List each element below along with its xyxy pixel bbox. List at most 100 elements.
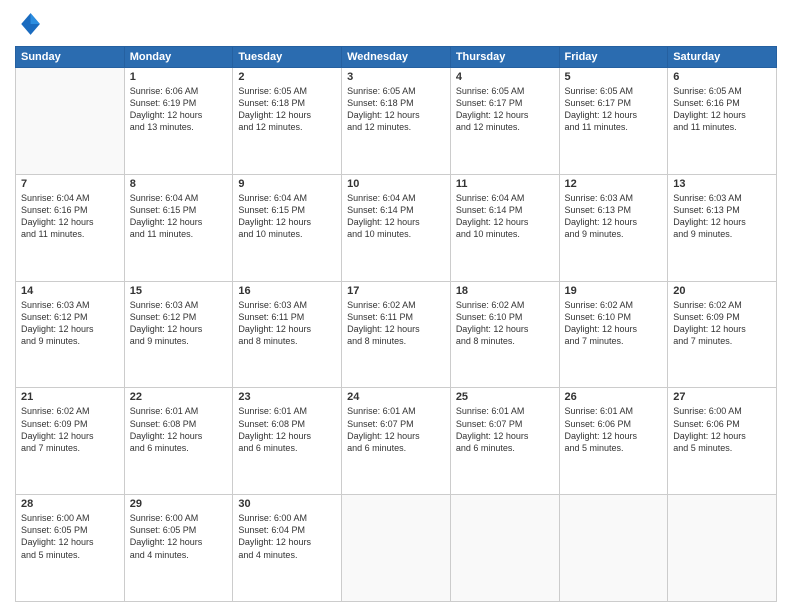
calendar-cell: 9 Sunrise: 6:04 AMSunset: 6:15 PMDaylight… <box>233 174 342 281</box>
page: SundayMondayTuesdayWednesdayThursdayFrid… <box>0 0 792 612</box>
day-number: 4 <box>456 71 554 83</box>
day-info: Sunrise: 6:00 AMSunset: 6:05 PMDaylight:… <box>130 512 228 561</box>
calendar-week-1: 1 Sunrise: 6:06 AMSunset: 6:19 PMDaylight… <box>16 68 777 175</box>
day-number: 1 <box>130 71 228 83</box>
day-number: 12 <box>565 178 663 190</box>
calendar-cell: 28 Sunrise: 6:00 AMSunset: 6:05 PMDayligh… <box>16 495 125 602</box>
calendar-table: SundayMondayTuesdayWednesdayThursdayFrid… <box>15 46 777 602</box>
day-number: 20 <box>673 285 771 297</box>
header <box>15 10 777 38</box>
day-info: Sunrise: 6:01 AMSunset: 6:08 PMDaylight:… <box>130 405 228 454</box>
calendar-cell: 15Sunrise: 6:03 AMSunset: 6:12 PMDayligh… <box>124 281 233 388</box>
day-info: Sunrise: 6:03 AMSunset: 6:12 PMDaylight:… <box>21 299 119 348</box>
day-info: Sunrise: 6:04 AMSunset: 6:14 PMDaylight:… <box>456 192 554 241</box>
logo <box>15 10 47 38</box>
calendar-cell: 1 Sunrise: 6:06 AMSunset: 6:19 PMDaylight… <box>124 68 233 175</box>
day-info: Sunrise: 6:02 AMSunset: 6:09 PMDaylight:… <box>673 299 771 348</box>
calendar-cell: 19 Sunrise: 6:02 AMSunset: 6:10 PMDayligh… <box>559 281 668 388</box>
calendar-cell: 17Sunrise: 6:02 AMSunset: 6:11 PMDayligh… <box>342 281 451 388</box>
calendar-week-2: 7 Sunrise: 6:04 AMSunset: 6:16 PMDaylight… <box>16 174 777 281</box>
calendar-cell: 8 Sunrise: 6:04 AMSunset: 6:15 PMDaylight… <box>124 174 233 281</box>
calendar-cell: 6 Sunrise: 6:05 AMSunset: 6:16 PMDaylight… <box>668 68 777 175</box>
day-info: Sunrise: 6:00 AMSunset: 6:06 PMDaylight:… <box>673 405 771 454</box>
day-number: 7 <box>21 178 119 190</box>
day-number: 9 <box>238 178 336 190</box>
day-info: Sunrise: 6:05 AMSunset: 6:18 PMDaylight:… <box>347 85 445 134</box>
day-info: Sunrise: 6:01 AMSunset: 6:06 PMDaylight:… <box>565 405 663 454</box>
day-number: 25 <box>456 391 554 403</box>
calendar-cell: 11 Sunrise: 6:04 AMSunset: 6:14 PMDayligh… <box>450 174 559 281</box>
day-number: 18 <box>456 285 554 297</box>
calendar-cell <box>668 495 777 602</box>
calendar-header-saturday: Saturday <box>668 47 777 68</box>
calendar-cell: 30 Sunrise: 6:00 AMSunset: 6:04 PMDayligh… <box>233 495 342 602</box>
calendar-cell: 7 Sunrise: 6:04 AMSunset: 6:16 PMDaylight… <box>16 174 125 281</box>
day-info: Sunrise: 6:01 AMSunset: 6:07 PMDaylight:… <box>347 405 445 454</box>
day-number: 8 <box>130 178 228 190</box>
calendar-cell: 23 Sunrise: 6:01 AMSunset: 6:08 PMDayligh… <box>233 388 342 495</box>
day-number: 5 <box>565 71 663 83</box>
calendar-cell <box>342 495 451 602</box>
day-info: Sunrise: 6:02 AMSunset: 6:09 PMDaylight:… <box>21 405 119 454</box>
calendar-cell: 5Sunrise: 6:05 AMSunset: 6:17 PMDaylight… <box>559 68 668 175</box>
day-number: 10 <box>347 178 445 190</box>
day-info: Sunrise: 6:05 AMSunset: 6:18 PMDaylight:… <box>238 85 336 134</box>
day-info: Sunrise: 6:02 AMSunset: 6:10 PMDaylight:… <box>456 299 554 348</box>
day-info: Sunrise: 6:03 AMSunset: 6:13 PMDaylight:… <box>673 192 771 241</box>
calendar-header-sunday: Sunday <box>16 47 125 68</box>
day-info: Sunrise: 6:02 AMSunset: 6:10 PMDaylight:… <box>565 299 663 348</box>
day-number: 16 <box>238 285 336 297</box>
day-info: Sunrise: 6:04 AMSunset: 6:15 PMDaylight:… <box>238 192 336 241</box>
day-number: 21 <box>21 391 119 403</box>
day-number: 11 <box>456 178 554 190</box>
calendar-week-5: 28 Sunrise: 6:00 AMSunset: 6:05 PMDayligh… <box>16 495 777 602</box>
calendar-header-thursday: Thursday <box>450 47 559 68</box>
day-number: 19 <box>565 285 663 297</box>
day-info: Sunrise: 6:04 AMSunset: 6:15 PMDaylight:… <box>130 192 228 241</box>
calendar-cell: 2 Sunrise: 6:05 AMSunset: 6:18 PMDaylight… <box>233 68 342 175</box>
calendar-cell: 16 Sunrise: 6:03 AMSunset: 6:11 PMDayligh… <box>233 281 342 388</box>
day-number: 30 <box>238 498 336 510</box>
calendar-cell: 21 Sunrise: 6:02 AMSunset: 6:09 PMDayligh… <box>16 388 125 495</box>
calendar-cell: 13Sunrise: 6:03 AMSunset: 6:13 PMDayligh… <box>668 174 777 281</box>
day-info: Sunrise: 6:00 AMSunset: 6:05 PMDaylight:… <box>21 512 119 561</box>
day-number: 22 <box>130 391 228 403</box>
day-info: Sunrise: 6:02 AMSunset: 6:11 PMDaylight:… <box>347 299 445 348</box>
day-info: Sunrise: 6:04 AMSunset: 6:16 PMDaylight:… <box>21 192 119 241</box>
calendar-cell: 12Sunrise: 6:03 AMSunset: 6:13 PMDayligh… <box>559 174 668 281</box>
calendar-cell <box>559 495 668 602</box>
calendar-cell <box>16 68 125 175</box>
day-info: Sunrise: 6:03 AMSunset: 6:11 PMDaylight:… <box>238 299 336 348</box>
day-info: Sunrise: 6:00 AMSunset: 6:04 PMDaylight:… <box>238 512 336 561</box>
day-info: Sunrise: 6:01 AMSunset: 6:07 PMDaylight:… <box>456 405 554 454</box>
calendar-cell: 22 Sunrise: 6:01 AMSunset: 6:08 PMDayligh… <box>124 388 233 495</box>
day-info: Sunrise: 6:04 AMSunset: 6:14 PMDaylight:… <box>347 192 445 241</box>
day-info: Sunrise: 6:05 AMSunset: 6:17 PMDaylight:… <box>456 85 554 134</box>
day-info: Sunrise: 6:06 AMSunset: 6:19 PMDaylight:… <box>130 85 228 134</box>
day-number: 6 <box>673 71 771 83</box>
calendar-cell <box>450 495 559 602</box>
calendar-header-row: SundayMondayTuesdayWednesdayThursdayFrid… <box>16 47 777 68</box>
calendar-week-4: 21 Sunrise: 6:02 AMSunset: 6:09 PMDayligh… <box>16 388 777 495</box>
calendar-header-wednesday: Wednesday <box>342 47 451 68</box>
day-number: 26 <box>565 391 663 403</box>
calendar-cell: 14 Sunrise: 6:03 AMSunset: 6:12 PMDayligh… <box>16 281 125 388</box>
day-number: 2 <box>238 71 336 83</box>
logo-icon <box>15 10 43 38</box>
calendar-header-monday: Monday <box>124 47 233 68</box>
day-number: 29 <box>130 498 228 510</box>
calendar-cell: 24 Sunrise: 6:01 AMSunset: 6:07 PMDayligh… <box>342 388 451 495</box>
day-number: 14 <box>21 285 119 297</box>
day-info: Sunrise: 6:05 AMSunset: 6:16 PMDaylight:… <box>673 85 771 134</box>
calendar-cell: 25 Sunrise: 6:01 AMSunset: 6:07 PMDayligh… <box>450 388 559 495</box>
day-number: 23 <box>238 391 336 403</box>
day-number: 24 <box>347 391 445 403</box>
day-number: 27 <box>673 391 771 403</box>
day-number: 28 <box>21 498 119 510</box>
day-info: Sunrise: 6:01 AMSunset: 6:08 PMDaylight:… <box>238 405 336 454</box>
calendar-header-tuesday: Tuesday <box>233 47 342 68</box>
calendar-cell: 27 Sunrise: 6:00 AMSunset: 6:06 PMDayligh… <box>668 388 777 495</box>
calendar-cell: 29 Sunrise: 6:00 AMSunset: 6:05 PMDayligh… <box>124 495 233 602</box>
day-info: Sunrise: 6:03 AMSunset: 6:12 PMDaylight:… <box>130 299 228 348</box>
calendar-week-3: 14 Sunrise: 6:03 AMSunset: 6:12 PMDayligh… <box>16 281 777 388</box>
